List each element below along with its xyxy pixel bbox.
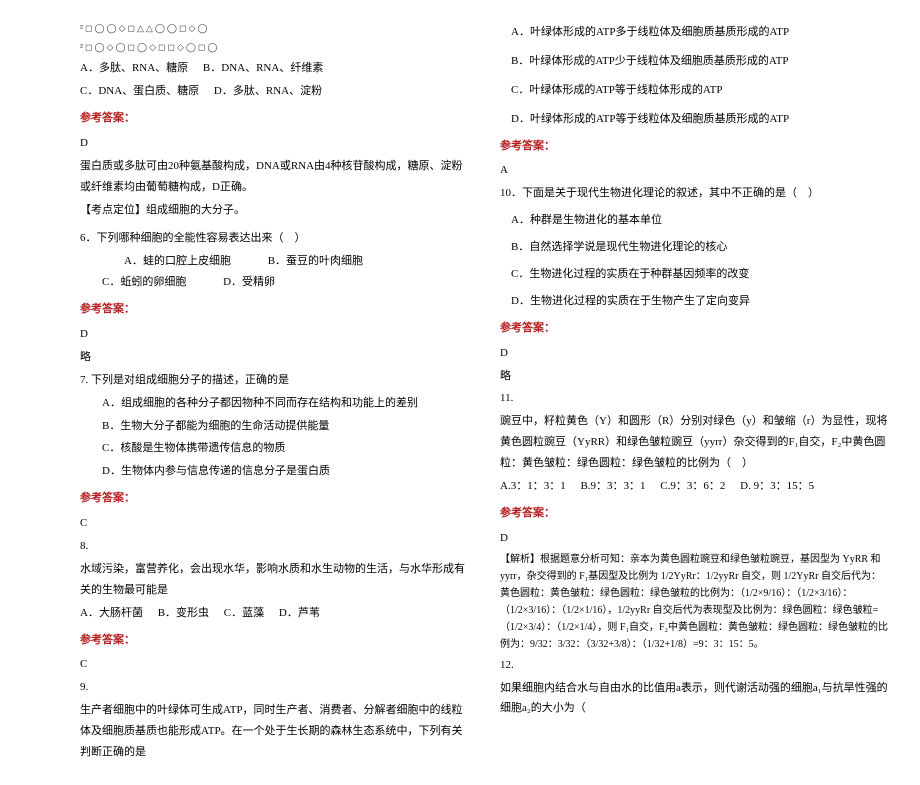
- q12-stem: 如果细胞内结合水与自由水的比值用a表示，则代谢活动强的细胞a₁与抗旱性强的细胞a…: [500, 678, 890, 720]
- q11-optB: B.9：3：3：1: [580, 476, 645, 497]
- q6-optD: D．受精卵: [201, 272, 275, 293]
- q10-answer-header: 参考答案：: [500, 318, 890, 339]
- q11-optD: D. 9：3：15：5: [740, 476, 814, 497]
- q8-optD: D．芦苇: [279, 603, 320, 624]
- q7-optB: B．生物大分子都能为细胞的生命活动提供能量: [80, 416, 470, 437]
- q5-optC: C．DNA、蛋白质、糖原: [80, 81, 199, 102]
- q8-optC: C．蓝藻: [224, 603, 264, 624]
- q7-answer-header: 参考答案：: [80, 488, 470, 509]
- q5-optB: B．DNA、RNA、纤维素: [203, 58, 323, 79]
- q10-optB: B．自然选择学说是现代生物进化理论的核心: [500, 237, 890, 258]
- left-column: ²◻◯◯◇◻△△◯◯◻◇◯ ²◻◯◇◯◻◯◇◻◻◇◯◻◯ A．多肽、RNA、糖原…: [80, 20, 470, 765]
- q11-answer-header: 参考答案：: [500, 503, 890, 524]
- q5-optD: D．多肽、RNA、淀粉: [214, 81, 322, 102]
- q11-options: A.3：1：3：1 B.9：3：3：1 C.9：3：6：2 D. 9：3：15：…: [500, 476, 890, 497]
- q6-optB: B．蚕豆的叶肉细胞: [246, 251, 363, 272]
- q12-num: 12.: [500, 655, 890, 676]
- q5-options-row2: C．DNA、蛋白质、糖原 D．多肽、RNA、淀粉: [80, 81, 470, 102]
- q8-options: A．大肠杆菌 B．变形虫 C．蓝藻 D．芦苇: [80, 603, 470, 624]
- q7-optA: A．组成细胞的各种分子都因物种不同而存在结构和功能上的差别: [80, 393, 470, 414]
- q9-optD: D．叶绿体形成的ATP等于线粒体及细胞质基质形成的ATP: [500, 109, 890, 130]
- q6-stem: 6．下列哪种细胞的全能性容易表达出来（ ）: [80, 228, 470, 249]
- q5-optA: A．多肽、RNA、糖原: [80, 58, 188, 79]
- q5-explanation: 蛋白质或多肽可由20种氨基酸构成，DNA或RNA由4种核苷酸构成，糖原、淀粉或纤…: [80, 156, 470, 198]
- q10-stem: 10．下面是关于现代生物进化理论的叙述，其中不正确的是（ ）: [500, 183, 890, 204]
- q5-options-row1: A．多肽、RNA、糖原 B．DNA、RNA、纤维素: [80, 58, 470, 79]
- q5-answer-letter: D: [80, 133, 470, 154]
- q8-answer-letter: C: [80, 654, 470, 675]
- q7-stem: 7. 下列是对组成细胞分子的描述，正确的是: [80, 370, 470, 391]
- q11-optA: A.3：1：3：1: [500, 476, 566, 497]
- q9-optC: C．叶绿体形成的ATP等于线粒体形成的ATP: [500, 80, 890, 101]
- q10-answer-letter: D: [500, 343, 890, 364]
- q11-answer-letter: D: [500, 528, 890, 549]
- q10-optA: A．种群是生物进化的基本单位: [500, 210, 890, 231]
- q8-optA: A．大肠杆菌: [80, 603, 143, 624]
- right-column: A．叶绿体形成的ATP多于线粒体及细胞质基质形成的ATP B．叶绿体形成的ATP…: [500, 20, 890, 765]
- q8-stem: 水域污染，富营养化，会出现水华，影响水质和水生动物的生活，与水华形成有关的生物最…: [80, 559, 470, 601]
- q7-optD: D．生物体内参与信息传递的信息分子是蛋白质: [80, 461, 470, 482]
- q7-answer-letter: C: [80, 513, 470, 534]
- q6-answer-letter: D: [80, 324, 470, 345]
- q9-answer-header: 参考答案：: [500, 136, 890, 157]
- q9-num: 9.: [80, 677, 470, 698]
- shape-pattern-2: ²◻◯◇◯◻◯◇◻◻◇◯◻◯: [80, 39, 470, 56]
- q6-answer-header: 参考答案：: [80, 299, 470, 320]
- q5-answer-header: 参考答案：: [80, 108, 470, 129]
- q7-optC: C．核酸是生物体携带遗传信息的物质: [80, 438, 470, 459]
- q9-optB: B．叶绿体形成的ATP少于线粒体及细胞质基质形成的ATP: [500, 51, 890, 72]
- q11-num: 11.: [500, 388, 890, 409]
- q8-answer-header: 参考答案：: [80, 630, 470, 651]
- q10-optC: C．生物进化过程的实质在于种群基因频率的改变: [500, 264, 890, 285]
- q10-optD: D．生物进化过程的实质在于生物产生了定向变异: [500, 291, 890, 312]
- q9-answer-letter: A: [500, 160, 890, 181]
- q8-optB: B．变形虫: [158, 603, 209, 624]
- q9-optA: A．叶绿体形成的ATP多于线粒体及细胞质基质形成的ATP: [500, 22, 890, 43]
- q9-stem: 生产者细胞中的叶绿体可生成ATP，同时生产者、消费者、分解者细胞中的线粒体及细胞…: [80, 700, 470, 763]
- q11-stem: 豌豆中，籽粒黄色（Y）和圆形（R）分别对绿色（y）和皱缩（r）为显性，现将黄色圆…: [500, 411, 890, 474]
- q11-optC: C.9：3：6：2: [660, 476, 725, 497]
- q6-optA: A．蛙的口腔上皮细胞: [102, 251, 231, 272]
- shape-pattern-1: ²◻◯◯◇◻△△◯◯◻◇◯: [80, 20, 470, 37]
- q6-options: A．蛙的口腔上皮细胞 B．蚕豆的叶肉细胞 C．蚯蚓的卵细胞 D．受精卵: [80, 251, 470, 293]
- q11-explanation: 【解析】根据题意分析可知：亲本为黄色圆粒豌豆和绿色皱粒豌豆，基因型为 YyRR …: [500, 551, 890, 653]
- q8-num: 8.: [80, 536, 470, 557]
- q6-optC: C．蚯蚓的卵细胞: [80, 272, 186, 293]
- q5-point: 【考点定位】组成细胞的大分子。: [80, 200, 470, 221]
- q10-brief: 略: [500, 366, 890, 387]
- q6-brief: 略: [80, 347, 470, 368]
